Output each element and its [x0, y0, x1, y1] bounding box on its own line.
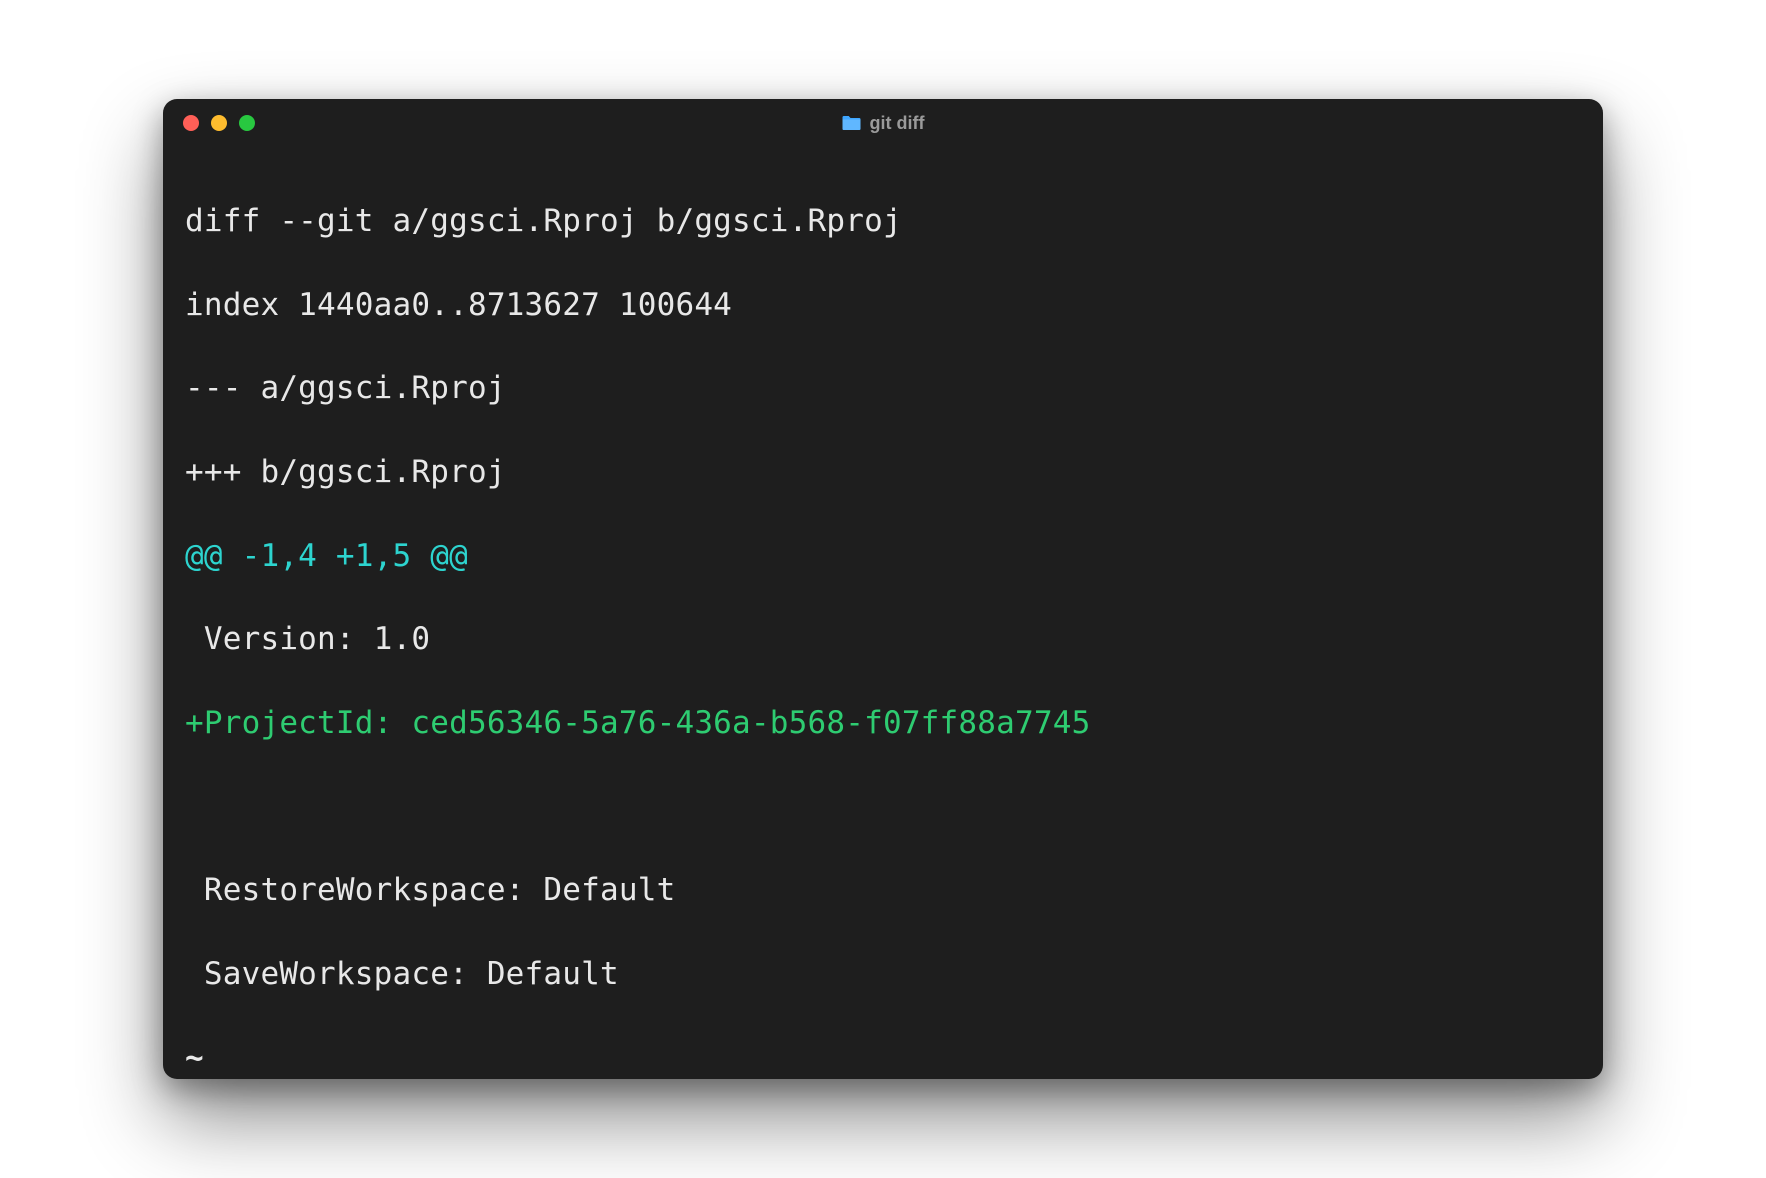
pager-tilde: ~: [185, 1038, 1581, 1079]
terminal-output[interactable]: diff --git a/ggsci.Rproj b/ggsci.Rproj i…: [163, 147, 1603, 1079]
diff-context-line: Version: 1.0: [185, 619, 1581, 661]
diff-hunk-line: @@ -1,4 +1,5 @@: [185, 536, 1581, 578]
diff-blank-line: [185, 787, 1581, 829]
titlebar: git diff: [163, 99, 1603, 147]
diff-file-a-line: --- a/ggsci.Rproj: [185, 368, 1581, 410]
traffic-lights: [183, 115, 255, 131]
terminal-window: git diff diff --git a/ggsci.Rproj b/ggsc…: [163, 99, 1603, 1079]
window-title: git diff: [842, 113, 925, 134]
folder-icon: [842, 115, 862, 131]
maximize-button[interactable]: [239, 115, 255, 131]
window-title-text: git diff: [870, 113, 925, 134]
diff-header-line: diff --git a/ggsci.Rproj b/ggsci.Rproj: [185, 201, 1581, 243]
minimize-button[interactable]: [211, 115, 227, 131]
diff-context-line: RestoreWorkspace: Default: [185, 870, 1581, 912]
close-button[interactable]: [183, 115, 199, 131]
diff-file-b-line: +++ b/ggsci.Rproj: [185, 452, 1581, 494]
diff-index-line: index 1440aa0..8713627 100644: [185, 285, 1581, 327]
diff-added-line: +ProjectId: ced56346-5a76-436a-b568-f07f…: [185, 703, 1581, 745]
diff-context-line: SaveWorkspace: Default: [185, 954, 1581, 996]
